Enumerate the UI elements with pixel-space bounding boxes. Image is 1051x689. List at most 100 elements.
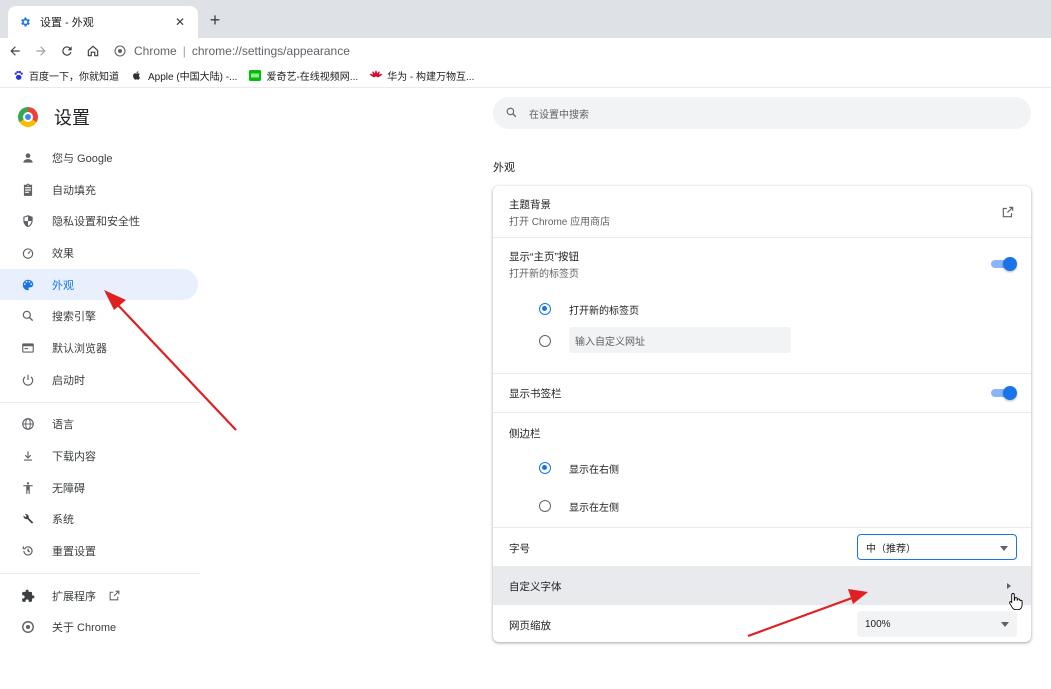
side-panel-label: 侧边栏	[509, 428, 541, 440]
home-button-toggle[interactable]	[991, 257, 1017, 271]
search-icon	[505, 106, 519, 120]
sidebar-item-label: 自动填充	[52, 184, 96, 197]
active-tab[interactable]: 设置 - 外观 ✕	[8, 6, 198, 38]
sidebar-item-on-startup[interactable]: 启动时	[0, 364, 210, 396]
bookmark-label: 爱奇艺-在线视频网...	[266, 72, 359, 83]
sidebar-item-accessibility[interactable]: 无障碍	[0, 472, 210, 504]
settings-header: 设置	[18, 104, 90, 130]
iqiyi-icon	[249, 70, 262, 82]
sidebar-item-about-chrome[interactable]: 关于 Chrome	[0, 612, 210, 644]
sidebar-item-downloads[interactable]: 下载内容	[0, 440, 210, 472]
radio-show-right[interactable]	[539, 462, 551, 474]
page-title: 设置	[54, 108, 90, 128]
sidebar-item-privacy[interactable]: 隐私设置和安全性	[0, 205, 210, 237]
forward-arrow-icon[interactable]	[30, 40, 52, 62]
tab-title: 设置 - 外观	[40, 17, 94, 29]
bookmark-huawei[interactable]: 华为 - 构建万物互...	[370, 68, 474, 83]
sidebar-item-performance[interactable]: 效果	[0, 237, 210, 269]
open-in-new-icon[interactable]	[1001, 205, 1015, 219]
person-icon	[20, 150, 36, 166]
chevron-right-icon	[1007, 583, 1011, 589]
side-panel-row: 侧边栏 显示在右侧 显示在左侧	[493, 412, 1031, 527]
palette-icon	[20, 277, 36, 293]
page-zoom-label: 网页缩放	[509, 620, 551, 632]
sidebar-item-appearance[interactable]: 外观	[0, 268, 198, 301]
settings-menu: 您与 Google 自动填充 隐私设置和安全性 效果 外观 搜索引擎 默认浏览器	[0, 142, 210, 643]
appearance-card: 主题背景 打开 Chrome 应用商店 显示“主页”按钮 打开新的标签页 打开新…	[493, 186, 1031, 642]
sidebar-item-label: 默认浏览器	[52, 342, 107, 355]
sidebar-item-label: 扩展程序	[52, 590, 96, 603]
tab-close-icon[interactable]: ✕	[172, 15, 188, 29]
toggle-knob	[1003, 386, 1017, 400]
bookmark-iqiyi[interactable]: 爱奇艺-在线视频网...	[249, 68, 358, 83]
home-button-label: 显示“主页”按钮	[509, 251, 579, 263]
search-input[interactable]: 在设置中搜索	[493, 97, 1031, 129]
font-size-value: 中（推荐）	[866, 543, 916, 555]
site-name: Chrome	[134, 44, 177, 58]
sidebar-item-label: 效果	[52, 247, 74, 260]
custom-url-placeholder: 输入自定义网址	[575, 336, 645, 348]
gear-icon	[18, 15, 32, 29]
menu-divider	[0, 401, 200, 403]
sidebar-item-languages[interactable]: 语言	[0, 409, 210, 441]
search-placeholder: 在设置中搜索	[529, 109, 589, 121]
url-separator: |	[182, 44, 186, 58]
page-zoom-select[interactable]: 100%	[857, 611, 1017, 637]
sidebar-item-label: 系统	[52, 514, 74, 527]
chevron-down-icon	[1000, 546, 1008, 551]
power-icon	[20, 372, 36, 388]
bookmark-apple[interactable]: Apple (中国大陆) -...	[131, 68, 237, 83]
theme-row[interactable]: 主题背景 打开 Chrome 应用商店	[493, 186, 1031, 237]
new-tab-button[interactable]: +	[206, 11, 224, 30]
bookmarks-bar-row[interactable]: 显示书签栏	[493, 373, 1031, 412]
bookmark-baidu[interactable]: 百度一下，你就知道	[12, 68, 119, 83]
sidebar-item-label: 搜索引擎	[52, 311, 96, 324]
custom-fonts-row[interactable]: 自定义字体	[493, 566, 1031, 604]
sidebar-item-extensions[interactable]: 扩展程序	[0, 580, 210, 612]
sidebar-item-label: 无障碍	[52, 482, 85, 495]
page-zoom-row: 网页缩放 100%	[493, 604, 1031, 642]
bookmark-label: 华为 - 构建万物互...	[387, 72, 475, 83]
sidebar-item-label: 下载内容	[52, 451, 96, 464]
bookmarks-bar-label: 显示书签栏	[509, 388, 562, 400]
back-arrow-icon[interactable]	[4, 40, 26, 62]
home-icon[interactable]	[82, 40, 104, 62]
font-size-select[interactable]: 中（推荐）	[857, 534, 1017, 560]
sidebar-item-label: 启动时	[52, 374, 85, 387]
url-text[interactable]: chrome://settings/appearance	[192, 44, 350, 58]
reload-icon[interactable]	[56, 40, 78, 62]
puzzle-icon	[20, 588, 36, 604]
radio-show-left[interactable]	[539, 500, 551, 512]
baidu-paw-icon	[12, 70, 24, 82]
sidebar-item-default-browser[interactable]: 默认浏览器	[0, 332, 210, 364]
accessibility-icon	[20, 480, 36, 496]
speedometer-icon	[20, 245, 36, 261]
huawei-icon	[370, 70, 383, 82]
globe-icon	[20, 416, 36, 432]
reset-icon	[20, 543, 36, 559]
font-size-row: 字号 中（推荐）	[493, 527, 1031, 566]
wrench-icon	[20, 511, 36, 527]
sidebar-item-reset[interactable]: 重置设置	[0, 535, 210, 567]
theme-label: 主题背景	[509, 199, 551, 211]
custom-url-input[interactable]: 输入自定义网址	[569, 327, 791, 353]
radio-show-right-label: 显示在右侧	[569, 465, 619, 476]
home-button-row: 显示“主页”按钮 打开新的标签页 打开新的标签页 输入自定义网址	[493, 237, 1031, 373]
sidebar-item-system[interactable]: 系统	[0, 504, 210, 536]
sidebar-item-label: 隐私设置和安全性	[52, 216, 140, 229]
radio-custom-url[interactable]	[539, 335, 551, 347]
chevron-down-icon	[1001, 622, 1009, 627]
sidebar-item-you-and-google[interactable]: 您与 Google	[0, 142, 210, 174]
sidebar-item-search-engine[interactable]: 搜索引擎	[0, 300, 210, 332]
address-bar[interactable]: Chrome | chrome://settings/appearance	[114, 40, 1046, 62]
bookmarks-bar-toggle[interactable]	[991, 386, 1017, 400]
bookmark-label: Apple (中国大陆) -...	[148, 72, 238, 83]
sidebar-item-label: 您与 Google	[52, 152, 113, 165]
home-button-sub: 打开新的标签页	[509, 269, 579, 280]
sidebar-item-autofill[interactable]: 自动填充	[0, 174, 210, 206]
menu-divider	[0, 572, 200, 574]
radio-new-tab-label: 打开新的标签页	[569, 306, 639, 317]
chrome-logo-icon	[18, 107, 38, 127]
radio-new-tab[interactable]	[539, 303, 551, 315]
hand-cursor-icon	[1009, 593, 1023, 610]
